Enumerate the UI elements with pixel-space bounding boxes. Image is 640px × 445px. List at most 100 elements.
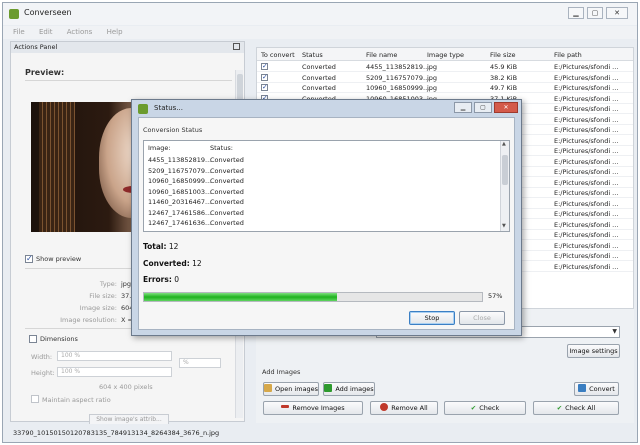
cell-size: 49.7 KiB bbox=[490, 84, 518, 92]
converted-value: 12 bbox=[192, 259, 202, 268]
cell-path: E:/Pictures/sfondi ... bbox=[554, 189, 619, 197]
list-item[interactable]: 10960_16851003... Converted bbox=[144, 188, 500, 198]
col-status[interactable]: Status bbox=[302, 51, 323, 59]
preview-title: Preview: bbox=[25, 68, 65, 77]
cell-path: E:/Pictures/sfondi ... bbox=[554, 105, 619, 113]
list-item[interactable]: 4455_113852819... Converted bbox=[144, 156, 500, 166]
menu-file[interactable]: File bbox=[13, 26, 25, 39]
list-image-status: Converted bbox=[210, 156, 244, 164]
open-images-label: Open images bbox=[275, 385, 319, 393]
total-label: Total: bbox=[143, 242, 167, 251]
unit-select[interactable]: % bbox=[179, 358, 221, 368]
dialog-minimize-button[interactable]: ▁ bbox=[454, 102, 472, 113]
progress-percent: 57% bbox=[488, 292, 503, 300]
col-image[interactable]: Image: bbox=[148, 144, 171, 152]
list-image-name: 11460_20316467... bbox=[148, 198, 212, 206]
image-settings-button[interactable]: Image settings bbox=[567, 344, 620, 358]
cell-name: 5209_116757079... bbox=[366, 73, 430, 82]
conversion-list: Image: Status: 4455_113852819... Converte… bbox=[143, 140, 510, 232]
errors-value: 0 bbox=[174, 275, 180, 284]
width-input[interactable]: 100 % bbox=[57, 351, 172, 361]
stop-button[interactable]: Stop bbox=[409, 311, 455, 325]
cell-type: jpg bbox=[427, 73, 438, 82]
open-images-button[interactable]: Open images bbox=[263, 382, 319, 396]
list-item[interactable]: 11460_20316467... Converted bbox=[144, 198, 500, 208]
scroll-up-icon[interactable]: ▲ bbox=[502, 141, 506, 147]
maximize-button[interactable]: ▢ bbox=[587, 7, 603, 19]
table-row[interactable]: Converted 10960_16850999...jpg 49.7 KiB E:/… bbox=[257, 83, 633, 93]
table-header: To convert Status File name Image type F… bbox=[257, 48, 633, 61]
check-all-icon: ✔ bbox=[556, 404, 563, 412]
menu-edit[interactable]: Edit bbox=[39, 26, 53, 39]
actions-panel-title: Actions Panel bbox=[14, 43, 58, 51]
cell-status: Converted bbox=[302, 73, 336, 82]
dialog-close-action-button[interactable]: Close bbox=[459, 311, 505, 325]
list-item[interactable]: 10960_16850999... Converted bbox=[144, 177, 500, 187]
float-panel-icon[interactable] bbox=[233, 43, 240, 50]
cell-path: E:/Pictures/sfondi ... bbox=[554, 126, 619, 134]
height-input[interactable]: 100 % bbox=[57, 367, 172, 377]
menu-help[interactable]: Help bbox=[107, 26, 123, 39]
row-convert-checkbox[interactable] bbox=[261, 62, 268, 70]
cell-name: 4455_113852819... bbox=[366, 63, 430, 71]
dialog-close-button[interactable]: ✕ bbox=[494, 102, 518, 113]
cell-path: E:/Pictures/sfondi ... bbox=[554, 157, 619, 166]
col-file-path[interactable]: File path bbox=[554, 51, 582, 59]
window-title: Converseen bbox=[24, 8, 72, 17]
table-row[interactable]: Converted 5209_116757079...jpg 38.2 KiB E:/… bbox=[257, 73, 633, 83]
remove-all-button[interactable]: Remove All bbox=[370, 401, 438, 415]
remove-all-icon bbox=[380, 403, 389, 411]
pixels-text: 604 x 400 pixels bbox=[99, 383, 153, 391]
list-item[interactable]: 12467_17461636... Converted bbox=[144, 219, 500, 229]
cell-type: jpg bbox=[427, 63, 438, 71]
cell-path: E:/Pictures/sfondi ... bbox=[554, 94, 619, 103]
col-to-convert[interactable]: To convert bbox=[261, 51, 295, 59]
height-label: Height: bbox=[31, 369, 55, 377]
col-file-size[interactable]: File size bbox=[490, 51, 516, 59]
dialog-maximize-button[interactable]: ▢ bbox=[474, 102, 492, 113]
show-preview-checkbox[interactable] bbox=[25, 254, 33, 263]
list-item[interactable]: 12467_17461586... Converted bbox=[144, 209, 500, 219]
total-stat: Total: 12 bbox=[143, 242, 178, 251]
add-images-button[interactable]: Add images bbox=[323, 382, 375, 396]
remove-images-button[interactable]: Remove Images bbox=[263, 401, 363, 415]
title-bar: Converseen ▁ ▢ ✕ bbox=[3, 3, 637, 25]
check-button[interactable]: ✔ Check bbox=[444, 401, 526, 415]
cell-path: E:/Pictures/sfondi ... bbox=[554, 241, 619, 250]
col-image-type[interactable]: Image type bbox=[427, 51, 464, 59]
folder-icon bbox=[264, 384, 272, 392]
convert-button[interactable]: Convert bbox=[574, 382, 619, 396]
dimensions-checkbox[interactable] bbox=[29, 335, 37, 343]
list-image-name: 10960_16850999... bbox=[148, 177, 212, 185]
check-all-button[interactable]: ✔ Check All bbox=[533, 401, 619, 415]
menu-actions[interactable]: Actions bbox=[67, 26, 93, 39]
cell-path: E:/Pictures/sfondi ... bbox=[554, 168, 619, 176]
conversion-list-scrollbar[interactable]: ▲ ▼ bbox=[500, 141, 509, 231]
minus-icon bbox=[281, 405, 290, 408]
check-icon: ✔ bbox=[470, 404, 477, 412]
scrollbar-thumb[interactable] bbox=[502, 155, 508, 185]
list-item[interactable]: 5209_116757079... Converted bbox=[144, 167, 500, 177]
col-conv-status[interactable]: Status: bbox=[210, 144, 233, 152]
col-file-name[interactable]: File name bbox=[366, 51, 397, 59]
progress-bar bbox=[143, 292, 483, 302]
scroll-down-icon[interactable]: ▼ bbox=[502, 223, 506, 229]
maintain-aspect-label: Maintain aspect ratio bbox=[42, 396, 111, 404]
cell-path: E:/Pictures/sfondi ... bbox=[554, 262, 619, 271]
errors-stat: Errors: 0 bbox=[143, 275, 179, 284]
table-row[interactable]: Converted 4455_113852819...jpg 45.9 KiB E:/… bbox=[257, 62, 633, 72]
maintain-aspect-checkbox[interactable] bbox=[31, 395, 39, 403]
row-convert-checkbox[interactable] bbox=[261, 73, 268, 81]
row-convert-checkbox[interactable] bbox=[261, 83, 268, 91]
actions-panel-header: Actions Panel bbox=[11, 42, 244, 53]
close-button[interactable]: ✕ bbox=[606, 7, 628, 19]
status-dialog: Status... ▁ ▢ ✕ Conversion Status Image:… bbox=[131, 99, 522, 336]
divider bbox=[25, 80, 232, 81]
show-preview-label: Show preview bbox=[36, 255, 82, 263]
list-image-status: Converted bbox=[210, 177, 244, 185]
minimize-button[interactable]: ▁ bbox=[568, 7, 584, 19]
remove-images-label: Remove Images bbox=[292, 404, 345, 412]
list-image-status: Converted bbox=[210, 187, 244, 196]
cell-path: E:/Pictures/sfondi ... bbox=[554, 210, 619, 218]
list-image-name: 10960_16851003... bbox=[148, 187, 212, 196]
